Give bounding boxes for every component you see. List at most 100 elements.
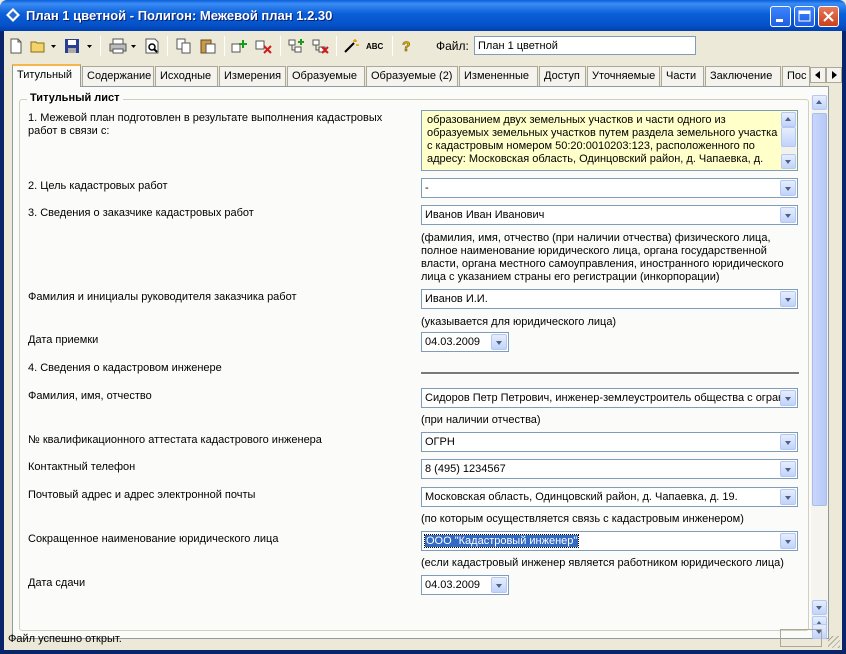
head-note: (указывается для юридического лица) — [421, 316, 617, 328]
chevron-down-icon[interactable] — [780, 461, 796, 477]
tab-ishodnye[interactable]: Исходные — [155, 66, 218, 86]
minimize-icon — [776, 19, 783, 22]
new-document-button[interactable] — [6, 36, 26, 56]
tab-scroll-right[interactable] — [826, 67, 842, 83]
engineer-combo[interactable]: Сидоров Петр Петрович, инженер-землеустр… — [421, 388, 798, 408]
delete-row-button[interactable] — [254, 36, 274, 56]
magic-wand-button[interactable] — [341, 36, 361, 56]
tab-izmenennye[interactable]: Измененные — [459, 66, 538, 86]
engineer-value: Сидоров Петр Петрович, инженер-землеустр… — [425, 392, 785, 404]
head-combo[interactable]: Иванов И.И. — [421, 289, 798, 309]
copy-icon — [176, 38, 191, 54]
cert-combo[interactable]: ОГРН — [421, 432, 798, 452]
chevron-down-icon[interactable] — [780, 434, 796, 450]
scroll-thumb[interactable] — [812, 113, 827, 506]
group-title: Титульный лист — [27, 92, 123, 104]
file-name-field[interactable] — [474, 36, 696, 55]
org-value: ООО "Кадастровый инженер" — [423, 534, 580, 548]
org-combo[interactable]: ООО "Кадастровый инженер" — [421, 531, 798, 551]
q1-memo[interactable]: образованием двух земельных участков и ч… — [421, 110, 798, 171]
print-dropdown[interactable] — [128, 36, 138, 56]
panel-vertical-scrollbar[interactable] — [811, 95, 828, 632]
add-row-icon — [231, 40, 247, 53]
status-panel — [780, 629, 822, 647]
help-button[interactable]: ? — [396, 36, 416, 56]
scroll-up-icon[interactable] — [781, 112, 796, 127]
print-button[interactable] — [108, 36, 128, 56]
tab-scroll-left[interactable] — [810, 67, 826, 83]
accept-date-picker[interactable]: 04.03.2009 — [421, 332, 509, 352]
close-icon — [823, 11, 834, 22]
scroll-down-icon[interactable] — [812, 600, 827, 615]
address-value: Московская область, Одинцовский район, д… — [425, 491, 738, 503]
minimize-button[interactable] — [770, 6, 791, 27]
save-button[interactable] — [62, 36, 82, 56]
open-dropdown[interactable] — [48, 36, 58, 56]
chevron-down-icon[interactable] — [780, 207, 796, 223]
chevron-down-icon[interactable] — [491, 334, 507, 350]
tab-izmereniya[interactable]: Измерения — [219, 66, 286, 86]
scroll-down-icon[interactable] — [781, 154, 796, 169]
scroll-up-icon[interactable] — [812, 95, 827, 110]
tab-zaklyuchenie[interactable]: Заключение — [705, 66, 781, 86]
add-row-button[interactable] — [230, 36, 250, 56]
phone-combo[interactable]: 8 (495) 1234567 — [421, 459, 798, 479]
customer-combo[interactable]: Иванов Иван Иванович — [421, 205, 798, 225]
tab-soderzhanie[interactable]: Содержание — [82, 66, 154, 86]
resize-grip-icon[interactable] — [828, 636, 840, 648]
q2-combo[interactable]: - — [421, 178, 798, 198]
address-note: (по которым осуществляется связь с кадас… — [421, 513, 744, 525]
tab-titulny[interactable]: Титульный — [12, 64, 81, 87]
chevron-down-icon[interactable] — [780, 291, 796, 307]
org-label: Сокращенное наименование юридического ли… — [28, 533, 279, 545]
tab-obrazuemye[interactable]: Образуемые — [287, 66, 365, 86]
add-block-button[interactable] — [286, 36, 306, 56]
org-note: (если кадастровый инженер является работ… — [421, 557, 784, 569]
accept-date-label: Дата приемки — [28, 334, 99, 346]
memo-scrollbar[interactable] — [781, 112, 796, 169]
section-divider — [421, 372, 799, 375]
q2-value: - — [425, 182, 429, 194]
q1-label: 1. Межевой план подготовлен в результате… — [28, 112, 383, 137]
toolbar-separator — [392, 36, 393, 56]
print-icon — [109, 38, 127, 54]
paste-button[interactable] — [198, 36, 218, 56]
chevron-down-icon[interactable] — [780, 533, 796, 549]
help-icon: ? — [402, 38, 411, 54]
svg-text:ABC: ABC — [366, 42, 384, 51]
print-preview-button[interactable] — [142, 36, 162, 56]
scroll-thumb[interactable] — [781, 127, 796, 147]
toolbar: ABC ? Файл: — [4, 31, 842, 61]
delete-block-button[interactable] — [310, 36, 330, 56]
chevron-down-icon[interactable] — [491, 577, 507, 593]
toolbar-separator — [336, 36, 337, 56]
copy-button[interactable] — [174, 36, 194, 56]
handover-date-picker[interactable]: 04.03.2009 — [421, 575, 509, 595]
cert-value: ОГРН — [425, 436, 455, 448]
tab-utochnyaemye[interactable]: Уточняемые — [587, 66, 660, 86]
tab-obrazuemye-2[interactable]: Образуемые (2) — [366, 66, 458, 86]
phone-label: Контактный телефон — [28, 461, 136, 473]
chevron-down-icon — [50, 45, 56, 48]
spellcheck-button[interactable]: ABC — [364, 36, 388, 56]
chevron-down-icon[interactable] — [780, 390, 796, 406]
magic-wand-icon — [344, 39, 359, 53]
tab-chasti[interactable]: Части — [661, 66, 704, 86]
title-bar[interactable]: План 1 цветной - Полигон: Межевой план 1… — [0, 0, 846, 31]
address-combo[interactable]: Московская область, Одинцовский район, д… — [421, 487, 798, 507]
chevron-down-icon[interactable] — [780, 489, 796, 505]
tab-dostup[interactable]: Доступ — [539, 66, 586, 86]
toolbar-separator — [224, 36, 225, 56]
save-dropdown[interactable] — [84, 36, 94, 56]
chevron-down-icon[interactable] — [780, 180, 796, 196]
open-button[interactable] — [28, 36, 48, 56]
add-block-icon — [288, 39, 304, 53]
tab-pos[interactable]: Пос — [782, 66, 810, 86]
close-button[interactable] — [818, 6, 839, 27]
toolbar-separator — [280, 36, 281, 56]
app-icon — [6, 8, 20, 22]
window-title: План 1 цветной - Полигон: Межевой план 1… — [26, 8, 333, 23]
maximize-button[interactable] — [794, 6, 815, 27]
head-label: Фамилия и инициалы руководителя заказчик… — [28, 291, 297, 303]
arrow-right-icon — [832, 71, 837, 79]
